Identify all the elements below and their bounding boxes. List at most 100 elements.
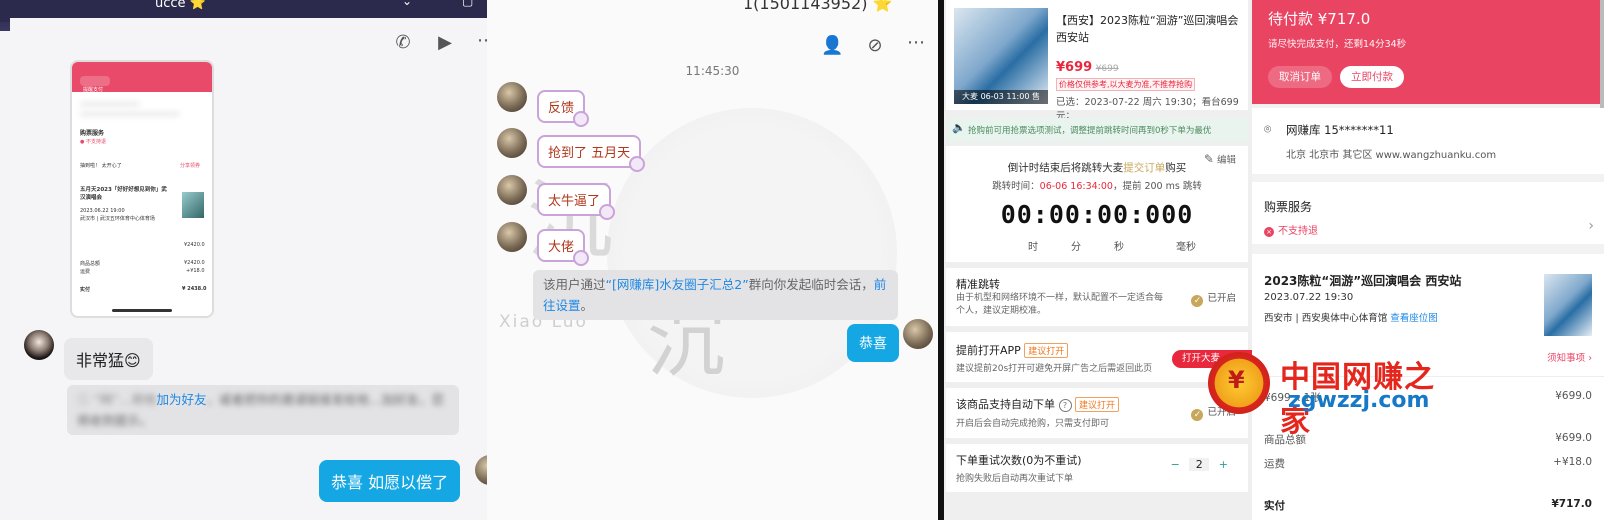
address-detail: 北京 北京市 其它区 www.wangzhuanku.com <box>1286 150 1497 161</box>
avatar-self[interactable] <box>903 319 933 349</box>
auto-order-row[interactable]: 该商品支持自动下单 ? 建议打开 开启后会自动完成抢购，只需支付即可 ✓ 已开启 <box>946 388 1248 438</box>
jump-time: 跳转时间：06-06 16:34:00，提前 200 ms 跳转 <box>992 181 1202 192</box>
more-icon[interactable]: ⋯ <box>905 32 927 54</box>
chevron-down-icon[interactable]: ⌄ <box>402 0 412 8</box>
ticket-helper-panel: 大麦 06-03 11:00 售 【西安】2023陈粒“洄游”巡回演唱会 西安站… <box>938 0 1252 520</box>
cancel-order-button[interactable]: 取消订单 <box>1268 66 1332 88</box>
chat-area: ✆ ▶ ⋯ 提醒支付 购票服务 ● 不支持退 抽到啦！ 太开心了 分享领券 五月… <box>10 18 497 520</box>
group-link[interactable]: “[网赚库]水友圈子汇总2” <box>606 277 749 292</box>
event-price: ¥699 ¥699 <box>1056 60 1119 75</box>
message-bubble-sent[interactable]: 恭喜 <box>847 324 899 362</box>
plus-button[interactable]: + <box>1219 458 1228 471</box>
notice-link[interactable]: 须知事项 › <box>1547 350 1592 364</box>
chat-panel-2: 1(1501143952) ⭐ 👤 ⊘ ⋯ 11:45:30 沉 沉 Xiao … <box>487 0 938 520</box>
event-venue: 西安市 | 西安奥体中心体育馆 查看座位图 <box>1264 313 1438 324</box>
precise-jump-row[interactable]: 精准跳转 由于机型和网络环境不一样，默认配置不一定适合每个人，建议定期校准。 ✓… <box>946 268 1248 326</box>
address-card[interactable]: ⌾ 网赚库 15*******11 北京 北京市 其它区 www.wangzhu… <box>1252 108 1604 174</box>
chevron-right-icon[interactable]: › <box>1588 218 1594 234</box>
avatar[interactable] <box>497 82 527 112</box>
mini-event-title: 五月天2023「好好好想见到你」武汉演唱会 <box>80 187 167 201</box>
divider <box>938 0 944 520</box>
avatar[interactable] <box>24 330 54 360</box>
edit-button[interactable]: ✎ 编辑 <box>1204 152 1236 166</box>
add-user-icon[interactable]: 👤 <box>821 35 843 57</box>
countdown-title: 倒计时结束后将跳转大麦提交订单购买 <box>1007 162 1187 174</box>
message-bubble[interactable]: 非常猛😊 <box>64 338 153 380</box>
speaker-icon: 🔈 <box>952 121 966 134</box>
mini-subtotal-label: 商品总额 <box>80 261 101 267</box>
minus-button[interactable]: − <box>1171 458 1180 471</box>
mini-event-date: 2023.06.22 19:00 <box>80 208 125 214</box>
mini-notice: 抽到啦！ 太开心了 <box>80 163 122 169</box>
mini-notice-tag: 分享领券 <box>180 163 201 169</box>
video-icon[interactable]: ▶ <box>434 32 456 54</box>
add-friend-link[interactable]: 加为好友 <box>156 392 206 407</box>
unit-ms: 毫秒 <box>1176 242 1196 253</box>
notice-bar: 🔈 抢购前可用抢票选项测试，调整提前跳转时间再到0秒下单为最优 <box>946 118 1248 142</box>
pay-desc: 请尽快完成支付，还剩14分34秒 <box>1268 39 1407 50</box>
location-icon: ⌾ <box>1264 122 1272 136</box>
countdown-timer: 00:00:00:000 <box>1000 200 1194 229</box>
retry-row: 下单重试次数(0为不重试) 抢购失败后自动再次重试下单 − 2 + <box>946 444 1248 492</box>
total-row: 实付 ¥717.0 <box>1264 498 1592 512</box>
sticker-message[interactable]: 太牛逼了 <box>537 183 616 220</box>
coin-icon <box>1208 352 1270 414</box>
pay-now-button[interactable]: 立即付款 <box>1340 66 1404 88</box>
open-app-row[interactable]: 提前打开APP 建议打开 建议提前20s打开可避免开屏广告之后需返回此页 打开大… <box>946 332 1252 382</box>
pay-title: 待付款 ¥717.0 <box>1268 10 1371 28</box>
mini-total: ¥ 2438.0 <box>182 286 207 292</box>
message-bubble-sent[interactable]: 恭喜 如愿以偿了 <box>319 460 461 502</box>
event-poster: 大麦 06-03 11:00 售 <box>954 8 1048 104</box>
event-title: 2023陈粒“洄游”巡回演唱会 西安站 <box>1264 274 1462 288</box>
event-card[interactable]: 大麦 06-03 11:00 售 【西安】2023陈粒“洄游”巡回演唱会 西安站… <box>946 0 1248 122</box>
avatar[interactable] <box>497 128 527 158</box>
event-thumbnail <box>1544 274 1592 336</box>
message-time: 11:45:30 <box>685 64 740 78</box>
sticker-message[interactable]: 抢到了 五月天 <box>537 135 646 172</box>
not-refund: × 不支持退 <box>1264 222 1318 237</box>
help-icon: ? <box>1058 399 1072 412</box>
seat-map-link[interactable]: 查看座位图 <box>1390 313 1438 324</box>
mini-header-btn: 提醒支付 <box>80 76 110 93</box>
mini-subtotal: ¥2420.0 <box>184 260 205 266</box>
retry-stepper[interactable]: − 2 + <box>1171 458 1228 471</box>
mini-price: ¥2420.0 <box>184 242 205 248</box>
system-message: 该用户通过“[网赚库]水友圈子汇总2”群向你发起临时会话，前往设置。 <box>533 270 898 320</box>
edit-icon: ✎ <box>1203 152 1214 166</box>
address-name: 网赚库 15*******11 <box>1286 123 1394 137</box>
check-icon: ✓ <box>1191 409 1204 421</box>
precise-toggle[interactable]: ✓ 已开启 <box>1191 290 1236 307</box>
check-icon: ✓ <box>1191 295 1204 307</box>
event-title: 【西安】2023陈粒“洄游”巡回演唱会 西安站 <box>1056 14 1239 44</box>
mini-fee-label: 运费 <box>80 269 91 275</box>
chat-panel-1: ucce ⭐ ⌄ ▢ ✆ ▶ ⋯ 提醒支付 购票服务 ● 不支持退 抽到啦！ 太… <box>0 0 497 520</box>
service-card[interactable]: 购票服务 × 不支持退 › <box>1252 182 1604 244</box>
avatar[interactable] <box>497 222 527 252</box>
mini-venue: 武汉市 | 武汉五环体育中心体育场 <box>80 216 155 222</box>
x-circle-icon: × <box>1264 227 1274 237</box>
mini-service: 购票服务 <box>80 130 105 137</box>
window-icon[interactable]: ▢ <box>462 0 473 8</box>
payment-header: 待付款 ¥717.0 请尽快完成支付，还剩14分34秒 取消订单 立即付款 <box>1252 0 1604 104</box>
order-panel: 待付款 ¥717.0 请尽快完成支付，还剩14分34秒 取消订单 立即付款 ⌾ … <box>1252 0 1604 520</box>
unit-second: 秒 <box>1114 242 1124 253</box>
site-watermark-logo: 中国网赚之家 zgwzzj.com <box>1208 348 1443 439</box>
countdown-card: 倒计时结束后将跳转大麦提交订单购买 ✎ 编辑 跳转时间：06-06 16:34:… <box>946 146 1248 262</box>
block-user-icon[interactable]: ⊘ <box>864 35 886 57</box>
sticker-message[interactable]: 大佬 <box>537 229 590 266</box>
event-date: 2023.07.22 19:30 <box>1264 292 1354 303</box>
mini-fee: +¥18.0 <box>186 268 205 274</box>
watermark-en: zgwzzj.com <box>1288 388 1430 413</box>
shipping-row: 运费 +¥18.0 <box>1264 456 1592 470</box>
avatar[interactable] <box>497 175 527 205</box>
sticker-message[interactable]: 反馈 <box>537 90 590 127</box>
mini-total-label: 实付 <box>80 287 91 293</box>
unit-hour: 时 <box>1028 242 1038 253</box>
system-message: ⓘ “网”…将他加为好友，或者把你的邀请链接发给他…加好友，您将收到提示。 <box>67 385 459 435</box>
unit-minute: 分 <box>1071 242 1081 253</box>
price-note: 价格仅供参考,以大麦为准,不推荐抢购 <box>1056 78 1196 91</box>
screenshot-image[interactable]: 提醒支付 购票服务 ● 不支持退 抽到啦！ 太开心了 分享领券 五月天2023「… <box>70 60 214 318</box>
chat-title: ucce ⭐ <box>155 0 206 11</box>
phone-icon[interactable]: ✆ <box>392 32 414 54</box>
retry-value[interactable]: 2 <box>1189 458 1210 471</box>
